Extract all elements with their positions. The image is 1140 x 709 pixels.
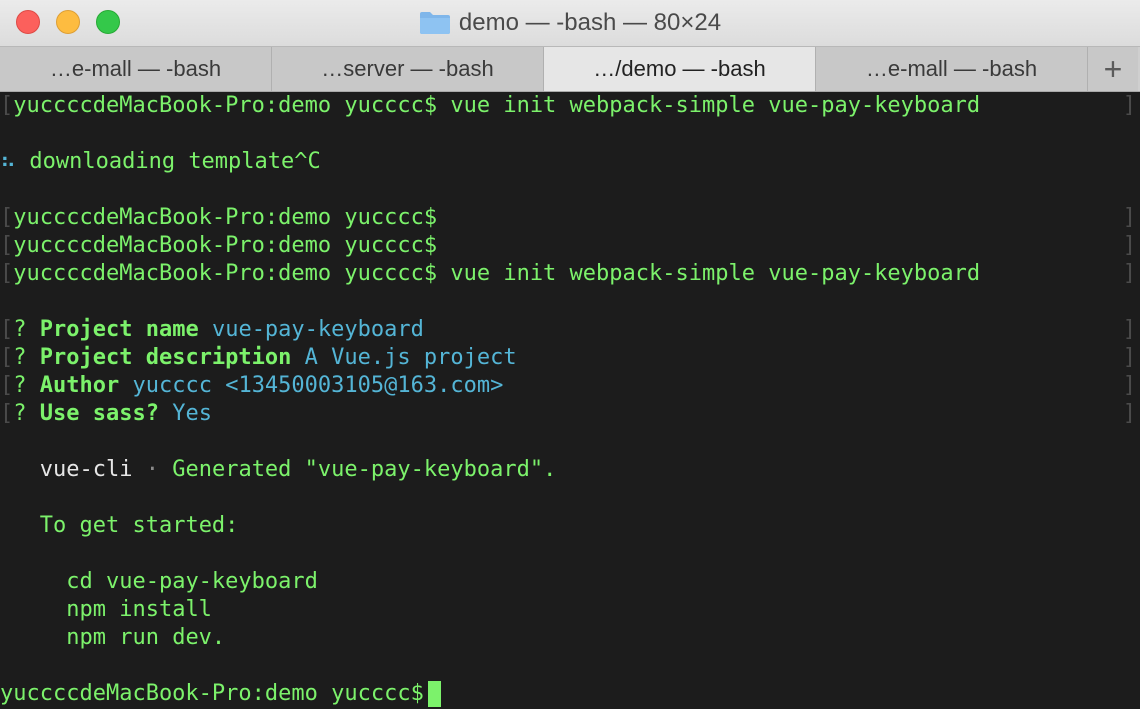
question-mark: ?	[13, 373, 27, 398]
terminal-line: ⠦ downloading template^C	[0, 148, 1140, 176]
instruction-step: cd vue-pay-keyboard	[66, 569, 318, 594]
terminal-line-empty	[0, 176, 1140, 204]
prompt: yuccccdeMacBook-Pro:demo yucccc$	[13, 93, 438, 118]
question-mark: ?	[13, 401, 27, 426]
tab-server[interactable]: …server — -bash	[272, 47, 544, 91]
plus-icon: +	[1103, 50, 1123, 87]
terminal-line: yuccccdeMacBook-Pro:demo yucccc$	[0, 680, 1140, 708]
terminal-line-empty	[0, 428, 1140, 456]
tab-demo[interactable]: …/demo — -bash	[544, 47, 816, 91]
line-bracket-left: [	[0, 373, 14, 398]
prompt-question: [? Use sass? Yes]	[0, 400, 1140, 428]
instruction-step: npm run dev.	[66, 625, 226, 650]
question-answer: vue-pay-keyboard	[211, 317, 424, 342]
tab-emall-1[interactable]: …e-mall — -bash	[0, 47, 272, 91]
line-bracket-right: ]	[1122, 373, 1136, 398]
separator-dot: ·	[145, 457, 159, 482]
vue-cli-label: vue-cli	[39, 457, 133, 482]
terminal-line-empty	[0, 540, 1140, 568]
get-started-text: To get started:	[39, 513, 239, 538]
terminal-line: npm install	[0, 596, 1140, 624]
question-label: Use sass?	[39, 401, 159, 426]
question-label: Project name	[39, 317, 199, 342]
line-bracket-left: [	[0, 317, 14, 342]
tab-label: …e-mall — -bash	[49, 56, 222, 81]
line-bracket-right: ]	[1122, 233, 1136, 258]
line-bracket-left: [	[0, 401, 14, 426]
line-bracket-right: ]	[1122, 345, 1136, 370]
question-answer: Yes	[172, 401, 212, 426]
prompt: yuccccdeMacBook-Pro:demo yucccc$	[13, 233, 438, 258]
line-bracket-left: [	[0, 233, 14, 258]
title-bar[interactable]: demo — -bash — 80×24	[0, 0, 1140, 46]
line-bracket-right: ]	[1122, 317, 1136, 342]
cursor	[427, 681, 441, 707]
prompt: yuccccdeMacBook-Pro:demo yucccc$	[13, 205, 438, 230]
prompt: yuccccdeMacBook-Pro:demo yucccc$	[0, 681, 424, 706]
question-answer: A Vue.js project	[304, 345, 517, 370]
generated-message: Generated "vue-pay-keyboard".	[172, 457, 557, 482]
terminal-line-empty	[0, 652, 1140, 680]
question-answer: yucccc <13450003105@163.com>	[132, 373, 504, 398]
terminal-line-empty	[0, 288, 1140, 316]
terminal-line: vue-cli · Generated "vue-pay-keyboard".	[0, 456, 1140, 484]
terminal-line: cd vue-pay-keyboard	[0, 568, 1140, 596]
prompt-question: [? Project description A Vue.js project]	[0, 344, 1140, 372]
line-bracket-right: ]	[1122, 261, 1136, 286]
window-title: demo — -bash — 80×24	[458, 9, 722, 36]
terminal-line: [yuccccdeMacBook-Pro:demo yucccc$ vue in…	[0, 260, 1140, 288]
window-title-area: demo — -bash — 80×24	[0, 0, 1140, 46]
tab-label: …/demo — -bash	[593, 56, 766, 81]
command: vue init webpack-simple vue-pay-keyboard	[450, 261, 981, 286]
new-tab-button[interactable]: +	[1088, 47, 1138, 91]
terminal-line: [yuccccdeMacBook-Pro:demo yucccc$ vue in…	[0, 92, 1140, 120]
tab-label: …server — -bash	[321, 56, 494, 81]
terminal-line: [yuccccdeMacBook-Pro:demo yucccc$]	[0, 232, 1140, 260]
terminal-line: [yuccccdeMacBook-Pro:demo yucccc$]	[0, 204, 1140, 232]
line-bracket-left: [	[0, 261, 14, 286]
instruction-step: npm install	[66, 597, 212, 622]
line-bracket-left: [	[0, 205, 14, 230]
terminal-line-empty	[0, 120, 1140, 148]
line-bracket-left: [	[0, 345, 14, 370]
tab-label: …e-mall — -bash	[865, 56, 1038, 81]
terminal-line-empty	[0, 484, 1140, 512]
terminal-line: npm run dev.	[0, 624, 1140, 652]
line-bracket-right: ]	[1122, 205, 1136, 230]
line-bracket-left: [	[0, 93, 14, 118]
prompt-question: [? Project name vue-pay-keyboard]	[0, 316, 1140, 344]
terminal-line: To get started:	[0, 512, 1140, 540]
terminal-window: demo — -bash — 80×24 …e-mall — -bash …se…	[0, 0, 1140, 709]
downloading-text: downloading template^C	[29, 149, 321, 174]
command: vue init webpack-simple vue-pay-keyboard	[450, 93, 981, 118]
prompt-question: [? Author yucccc <13450003105@163.com>]	[0, 372, 1140, 400]
tab-bar: …e-mall — -bash …server — -bash …/demo —…	[0, 46, 1140, 92]
spinner-icon: ⠦	[0, 149, 17, 174]
terminal-output[interactable]: [yuccccdeMacBook-Pro:demo yucccc$ vue in…	[0, 92, 1140, 709]
line-bracket-right: ]	[1122, 401, 1136, 426]
question-mark: ?	[13, 317, 27, 342]
question-mark: ?	[13, 345, 27, 370]
question-label: Project description	[39, 345, 292, 370]
question-label: Author	[39, 373, 120, 398]
line-bracket-right: ]	[1122, 93, 1136, 118]
tab-emall-2[interactable]: …e-mall — -bash	[816, 47, 1088, 91]
folder-icon	[419, 12, 450, 34]
prompt: yuccccdeMacBook-Pro:demo yucccc$	[13, 261, 438, 286]
